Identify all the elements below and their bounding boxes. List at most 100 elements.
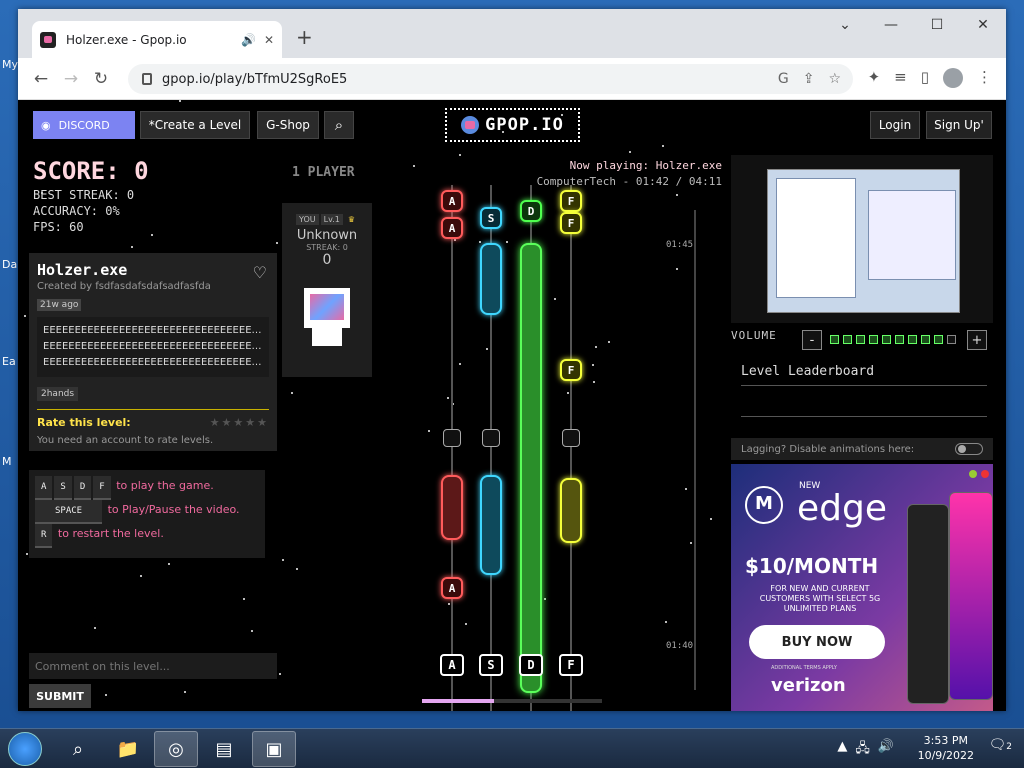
desktop-icon-label[interactable]: Da xyxy=(2,258,17,271)
login-button[interactable]: Login xyxy=(870,111,920,139)
volume-down-button[interactable]: - xyxy=(802,330,822,350)
comment-input[interactable] xyxy=(29,653,277,679)
app-icon[interactable]: ▤ xyxy=(202,731,246,767)
gshop-button[interactable]: G-Shop xyxy=(257,111,319,139)
side-panel-icon[interactable]: ▯ xyxy=(921,68,929,88)
signup-button[interactable]: Sign Up' xyxy=(926,111,992,139)
new-tab-icon[interactable]: + xyxy=(296,25,313,49)
receptor-s[interactable]: S xyxy=(479,654,503,676)
key-f: F xyxy=(93,476,111,500)
chrome-icon[interactable]: ◎ xyxy=(154,731,198,767)
animations-toggle[interactable] xyxy=(955,443,983,455)
volume-segment[interactable] xyxy=(908,335,917,344)
player-streak: STREAK: 0 xyxy=(306,243,348,252)
volume-segment[interactable] xyxy=(843,335,852,344)
lock-icon[interactable] xyxy=(142,73,152,85)
phone-image xyxy=(907,504,949,704)
background-star xyxy=(454,239,456,241)
gpop-logo[interactable]: GPOP.IO xyxy=(445,108,580,142)
desc-line: EEEEEEEEEEEEEEEEEEEEEEEEEEEEEEEEEEEE xyxy=(43,325,263,336)
volume-segment[interactable] xyxy=(830,335,839,344)
receptor-d[interactable]: D xyxy=(519,654,543,676)
background-star xyxy=(662,145,664,147)
player-name: Unknown xyxy=(296,228,358,243)
lag-text: Lagging? Disable animations here: xyxy=(741,443,915,455)
menu-icon[interactable]: ⋮ xyxy=(977,68,992,88)
google-icon[interactable]: G xyxy=(778,71,789,87)
background-star xyxy=(279,673,281,675)
tab-search-icon[interactable]: ⌄ xyxy=(822,9,868,41)
address-bar[interactable]: gpop.io/play/bTfmU2SgRoE5 G ⇪ ☆ xyxy=(128,64,853,94)
volume-segment[interactable] xyxy=(921,335,930,344)
url-text: gpop.io/play/bTfmU2SgRoE5 xyxy=(162,71,348,87)
level-description: EEEEEEEEEEEEEEEEEEEEEEEEEEEEEEEEEEEE EEE… xyxy=(37,317,269,377)
notification-icon[interactable]: 🗨2 xyxy=(988,737,1012,753)
gpop-logo-icon xyxy=(461,116,480,134)
receptor-f[interactable]: F xyxy=(559,654,583,676)
background-star xyxy=(676,194,678,196)
volume-segment[interactable] xyxy=(895,335,904,344)
key-s: S xyxy=(54,476,72,500)
browser-tab[interactable]: Holzer.exe - Gpop.io 🔊 ✕ xyxy=(32,21,282,58)
timeline-label: 01:40 xyxy=(666,641,694,651)
heart-icon[interactable]: ♡ xyxy=(253,263,267,282)
network-icon[interactable]: 🖧 xyxy=(855,739,870,761)
player-score: 0 xyxy=(322,252,332,268)
create-level-button[interactable]: *Create a Level xyxy=(140,111,250,139)
search-icon[interactable]: ⌕ xyxy=(56,731,100,767)
desktop-icon-label[interactable]: My xyxy=(2,58,18,71)
rate-label: Rate this level: xyxy=(37,416,131,429)
close-tab-icon[interactable]: ✕ xyxy=(264,33,274,47)
volume-segment[interactable] xyxy=(869,335,878,344)
background-star xyxy=(629,151,631,153)
profile-avatar-icon[interactable] xyxy=(943,68,963,88)
bookmark-star-icon[interactable]: ☆ xyxy=(828,71,841,87)
volume-up-button[interactable]: + xyxy=(967,330,987,350)
maximize-icon[interactable]: ☐ xyxy=(914,9,960,41)
share-icon[interactable]: ⇪ xyxy=(803,71,815,87)
hold-note-s xyxy=(480,475,502,575)
keys-text: to play the game. xyxy=(116,479,214,492)
desktop-icon-label[interactable]: M xyxy=(2,455,12,468)
volume-segment[interactable] xyxy=(882,335,891,344)
search-icon[interactable]: ⌕ xyxy=(324,111,354,139)
volume-segment[interactable] xyxy=(856,335,865,344)
discord-button[interactable]: ◉ DISCORD xyxy=(33,111,135,139)
now-playing: Now playing: Holzer.exe ComputerTech - 0… xyxy=(537,158,722,190)
file-explorer-icon[interactable]: 📁 xyxy=(106,731,150,767)
audio-icon[interactable]: 🔊 xyxy=(241,33,256,47)
level-age: 21w ago xyxy=(37,299,82,311)
volume-icon[interactable]: 🔊 xyxy=(878,739,894,761)
song-progress[interactable] xyxy=(422,699,602,703)
submit-button[interactable]: SUBMIT xyxy=(29,684,91,708)
app-window-icon[interactable]: ▣ xyxy=(252,731,296,767)
volume-segment[interactable] xyxy=(947,335,956,344)
forward-icon[interactable]: → xyxy=(56,69,86,89)
video-player[interactable] xyxy=(731,155,993,323)
level-creator[interactable]: Created by fsdfasdafsdafsadfasfda xyxy=(37,281,269,292)
note-f: F xyxy=(560,212,582,234)
reload-icon[interactable]: ↻ xyxy=(86,69,116,89)
close-window-icon[interactable]: ✕ xyxy=(960,9,1006,41)
desc-line: EEEEEEEEEEEEEEEEEEEEEEEEEEEEEEEEEEEE... xyxy=(43,357,263,368)
desktop-icon-label[interactable]: Ea xyxy=(2,355,16,368)
volume-segment[interactable] xyxy=(934,335,943,344)
key-r: R xyxy=(35,524,53,548)
show-hidden-icons-icon[interactable]: ▲ xyxy=(837,739,847,761)
back-icon[interactable]: ← xyxy=(26,69,56,89)
extensions-icon[interactable]: ✦ xyxy=(868,68,881,88)
media-icon[interactable]: ≡ xyxy=(894,68,907,88)
receptor-a[interactable]: A xyxy=(440,654,464,676)
level-card: ♡ Holzer.exe Created by fsdfasdafsdafsad… xyxy=(29,253,277,451)
background-star xyxy=(459,154,461,156)
background-star xyxy=(544,598,546,600)
clock[interactable]: 3:53 PM 10/9/2022 xyxy=(918,733,974,763)
rating-stars[interactable]: ★★★★★ xyxy=(210,416,269,429)
start-button[interactable] xyxy=(8,732,42,766)
hold-note-a xyxy=(441,475,463,540)
ad-buy-now-button[interactable]: BUY NOW xyxy=(749,625,885,659)
advertisement[interactable]: NEW edge $10/MONTH FOR NEW AND CURRENT C… xyxy=(731,464,993,711)
minimize-icon[interactable]: — xyxy=(868,9,914,41)
hit-marker-s xyxy=(482,429,500,447)
level-tag[interactable]: 2hands xyxy=(37,387,79,401)
